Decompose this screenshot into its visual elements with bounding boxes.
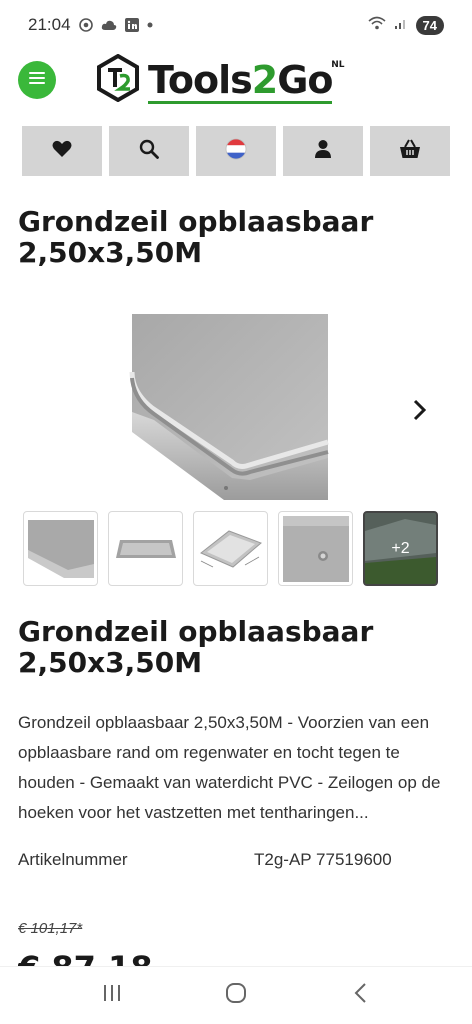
logo-text-tail: Go (277, 58, 333, 102)
thumbnail-3[interactable] (193, 511, 268, 586)
battery-indicator: 74 (415, 15, 444, 35)
system-nav-bar (0, 966, 472, 1024)
page-title-line1: Grondzeil opblaasbaar (18, 205, 374, 238)
status-left: 21:04 (28, 15, 153, 35)
thumbnail-2[interactable] (108, 511, 183, 586)
status-bar: 21:04 74 (0, 0, 472, 50)
nl-flag-icon (225, 138, 247, 165)
signal-icon (394, 16, 408, 35)
heart-icon (52, 140, 72, 163)
product-description: Grondzeil opblaasbaar 2,50x3,50M - Voorz… (18, 713, 441, 822)
back-icon (353, 982, 367, 1009)
product-heading: Grondzeil opblaasbaar 2,50x3,50M (18, 616, 454, 678)
linkedin-icon (124, 18, 139, 32)
cloud-icon (101, 19, 117, 31)
status-time: 21:04 (28, 15, 71, 34)
home-icon (225, 982, 247, 1009)
hamburger-icon (29, 71, 45, 89)
dot-icon (147, 22, 153, 28)
home-button[interactable] (216, 976, 256, 1016)
page-title-line2: 2,50x3,50M (18, 236, 203, 269)
back-button[interactable] (340, 976, 380, 1016)
site-header: Tools2Go NL (0, 50, 472, 112)
site-logo[interactable]: Tools2Go NL (96, 53, 344, 107)
logo-text-accent: 2 (251, 58, 278, 102)
cart-button[interactable] (370, 126, 450, 176)
article-number-label: Artikelnummer (18, 850, 128, 869)
current-price: € 87,18 (18, 950, 153, 966)
logo-superscript: NL (331, 60, 345, 70)
logo-text: Tools2Go NL (148, 58, 344, 104)
old-price: € 101,17* (18, 920, 83, 937)
user-icon (314, 139, 332, 164)
search-icon (139, 139, 159, 164)
chevron-right-icon (413, 399, 427, 426)
logo-text-main: Tools (148, 58, 253, 102)
next-image-arrow[interactable] (408, 398, 432, 426)
page-title: Grondzeil opblaasbaar 2,50x3,50M (18, 206, 454, 268)
thumbnail-more-count: +2 (391, 540, 410, 557)
search-button[interactable] (109, 126, 189, 176)
logo-mark-icon (96, 53, 140, 107)
menu-button[interactable] (18, 61, 56, 99)
basket-icon (399, 139, 421, 164)
product-main-image[interactable] (128, 312, 332, 502)
wifi-icon (368, 16, 386, 35)
chrome-icon (78, 18, 93, 32)
header-toolbar (22, 126, 452, 176)
account-button[interactable] (283, 126, 363, 176)
status-right: 74 (368, 15, 444, 35)
product-heading-line1: Grondzeil opblaasbaar (18, 615, 374, 648)
wishlist-button[interactable] (22, 126, 102, 176)
recent-apps-icon (101, 983, 123, 1008)
logo-underline (148, 101, 333, 104)
recent-apps-button[interactable] (92, 976, 132, 1016)
thumbnail-4[interactable] (278, 511, 353, 586)
thumbnail-1[interactable] (23, 511, 98, 586)
language-button[interactable] (196, 126, 276, 176)
thumbnail-strip: +2 (23, 511, 438, 586)
thumbnail-more[interactable]: +2 (363, 511, 438, 586)
article-number-value: T2g-AP 77519600 (254, 850, 392, 869)
product-heading-line2: 2,50x3,50M (18, 646, 203, 679)
